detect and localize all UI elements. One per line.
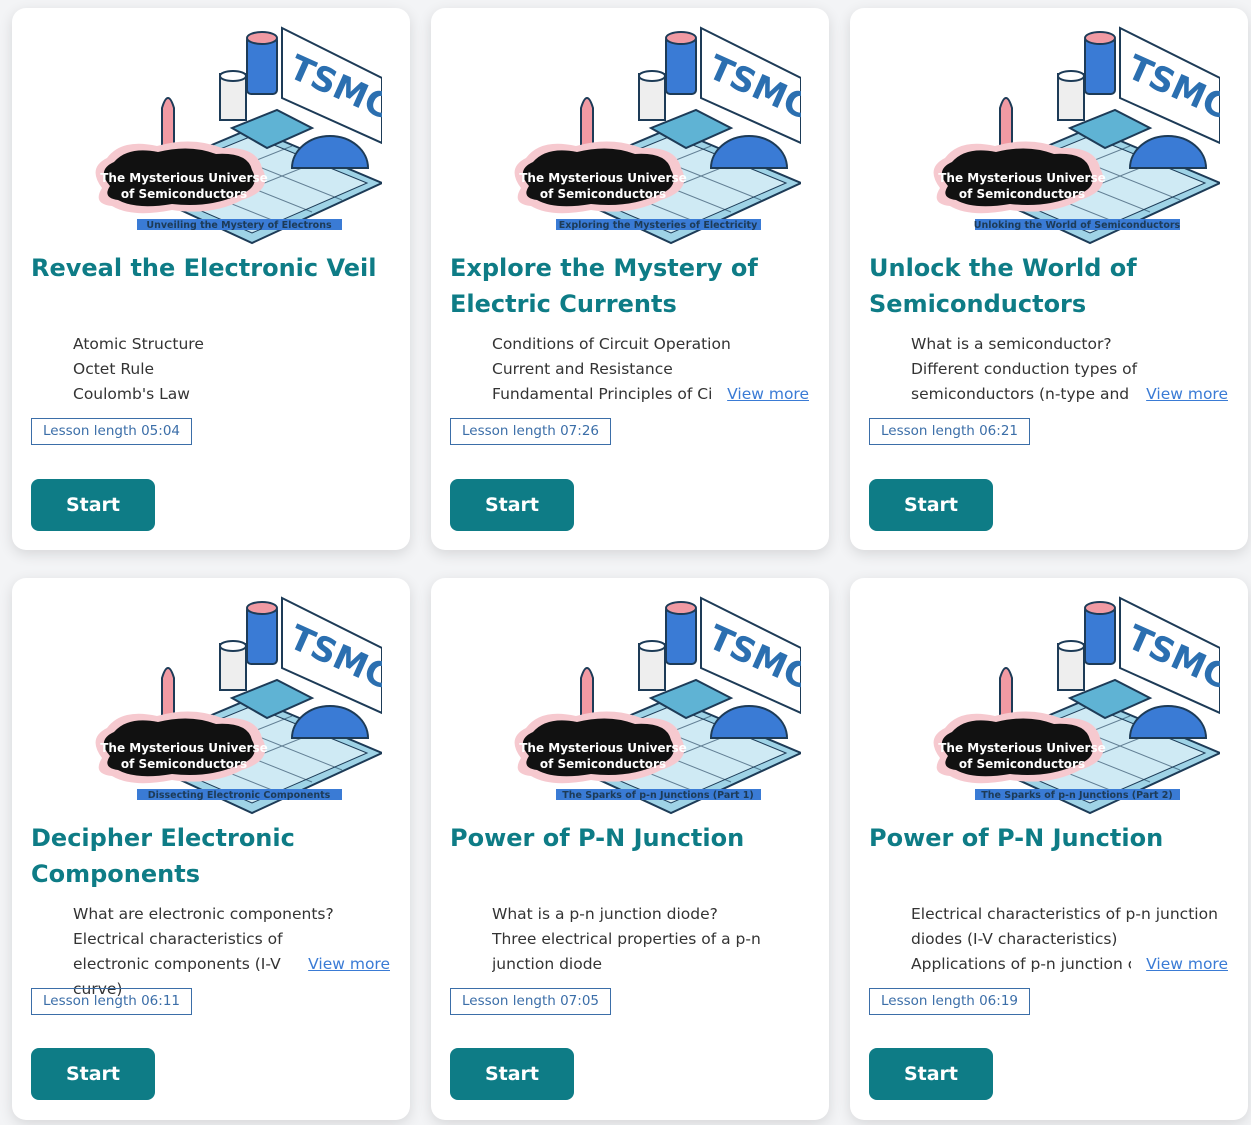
thumbnail-subtitle: The Sparks of p-n Junctions (Part 2)	[981, 790, 1172, 801]
topic-item: Octet Rule	[73, 357, 391, 382]
topic-item: What is a p-n junction diode?	[492, 902, 810, 927]
view-more-link[interactable]: View more	[1140, 952, 1228, 977]
series-title-line2: of Semiconductors	[959, 757, 1085, 771]
lesson-card: TSMC The Mysterious Universe of Semicond…	[850, 578, 1248, 1120]
lesson-thumbnail: TSMC The Mysterious Universe of Semicond…	[82, 18, 382, 246]
lesson-title: Decipher Electronic Components	[31, 824, 295, 888]
series-title-line1: The Mysterious Universe	[100, 741, 268, 755]
view-more-link[interactable]: View more	[302, 952, 390, 977]
topic-list: What is a p-n junction diode? Three elec…	[450, 902, 810, 977]
series-title-line2: of Semiconductors	[540, 757, 666, 771]
topic-item: Coulomb's Law	[73, 382, 391, 407]
view-more-link[interactable]: View more	[721, 382, 809, 407]
topic-item: What is a semiconductor?	[911, 332, 1229, 357]
lesson-length-badge: Lesson length 06:19	[869, 988, 1030, 1015]
start-button[interactable]: Start	[450, 1048, 574, 1100]
lesson-title: Explore the Mystery of Electric Currents	[450, 254, 758, 318]
topic-item: What are electronic components?	[73, 902, 391, 927]
series-title-line2: of Semiconductors	[540, 187, 666, 201]
lesson-title: Power of P-N Junction	[869, 824, 1164, 852]
lesson-illustration: TSMC The Mysterious Universe of Semicond…	[933, 26, 1220, 245]
lesson-thumbnail: TSMC The Mysterious Universe of Semicond…	[501, 588, 801, 816]
thumbnail-subtitle: Dissecting Electronic Components	[148, 790, 331, 801]
lesson-thumbnail: TSMC The Mysterious Universe of Semicond…	[920, 588, 1220, 816]
series-title-line2: of Semiconductors	[121, 187, 247, 201]
topic-list: Atomic Structure Octet Rule Coulomb's La…	[31, 332, 391, 407]
start-button[interactable]: Start	[31, 1048, 155, 1100]
topic-item: Electrical characteristics of p-n juncti…	[911, 902, 1229, 952]
lesson-illustration: TSMC The Mysterious Universe of Semicond…	[95, 26, 382, 245]
lesson-card: TSMC The Mysterious Universe of Semicond…	[850, 8, 1248, 550]
series-title-line2: of Semiconductors	[121, 757, 247, 771]
lesson-illustration: TSMC The Mysterious Universe of Semicond…	[95, 596, 382, 815]
lesson-card: TSMC The Mysterious Universe of Semicond…	[12, 578, 410, 1120]
lesson-thumbnail: TSMC The Mysterious Universe of Semicond…	[920, 18, 1220, 246]
series-title-line1: The Mysterious Universe	[938, 741, 1106, 755]
thumbnail-subtitle: The Sparks of p-n Junctions (Part 1)	[562, 790, 753, 801]
lesson-card: TSMC The Mysterious Universe of Semicond…	[12, 8, 410, 550]
topic-item: Three electrical properties of a p-n jun…	[492, 927, 810, 977]
lesson-illustration: TSMC The Mysterious Universe of Semicond…	[933, 596, 1220, 815]
lesson-length-badge: Lesson length 06:21	[869, 418, 1030, 445]
start-button[interactable]: Start	[31, 479, 155, 531]
lesson-grid: TSMC The Mysterious Universe of Semicond…	[0, 0, 1251, 1125]
topic-item: Atomic Structure	[73, 332, 391, 357]
thumbnail-subtitle: Unloking the World of Semiconductors	[974, 220, 1181, 231]
lesson-illustration: TSMC The Mysterious Universe of Semicond…	[514, 596, 801, 815]
start-button[interactable]: Start	[869, 479, 993, 531]
lesson-length-badge: Lesson length 06:11	[31, 988, 192, 1015]
start-button[interactable]: Start	[869, 1048, 993, 1100]
series-title-line1: The Mysterious Universe	[938, 171, 1106, 185]
thumbnail-subtitle: Exploring the Mysteries of Electricity	[559, 220, 758, 231]
lesson-thumbnail: TSMC The Mysterious Universe of Semicond…	[501, 18, 801, 246]
topic-item: Current and Resistance	[492, 357, 810, 382]
series-title-line2: of Semiconductors	[959, 187, 1085, 201]
series-title-line1: The Mysterious Universe	[519, 741, 687, 755]
topic-item: Conditions of Circuit Operation	[492, 332, 810, 357]
lesson-card: TSMC The Mysterious Universe of Semicond…	[431, 578, 829, 1120]
lesson-card: TSMC The Mysterious Universe of Semicond…	[431, 8, 829, 550]
lesson-thumbnail: TSMC The Mysterious Universe of Semicond…	[82, 588, 382, 816]
lesson-title: Reveal the Electronic Veil	[31, 254, 377, 282]
thumbnail-subtitle: Unveiling the Mystery of Electrons	[146, 220, 332, 231]
lesson-length-badge: Lesson length 05:04	[31, 418, 192, 445]
series-title-line1: The Mysterious Universe	[100, 171, 268, 185]
topic-item: Fundamental Principles of Ci	[492, 382, 712, 407]
topic-item: Applications of p-n junction c	[911, 952, 1131, 977]
lesson-length-badge: Lesson length 07:26	[450, 418, 611, 445]
series-title-line1: The Mysterious Universe	[519, 171, 687, 185]
view-more-link[interactable]: View more	[1140, 382, 1228, 407]
lesson-illustration: TSMC The Mysterious Universe of Semicond…	[514, 26, 801, 245]
lesson-title: Power of P-N Junction	[450, 824, 745, 852]
lesson-title: Unlock the World of Semiconductors	[869, 254, 1137, 318]
start-button[interactable]: Start	[450, 479, 574, 531]
lesson-length-badge: Lesson length 07:05	[450, 988, 611, 1015]
